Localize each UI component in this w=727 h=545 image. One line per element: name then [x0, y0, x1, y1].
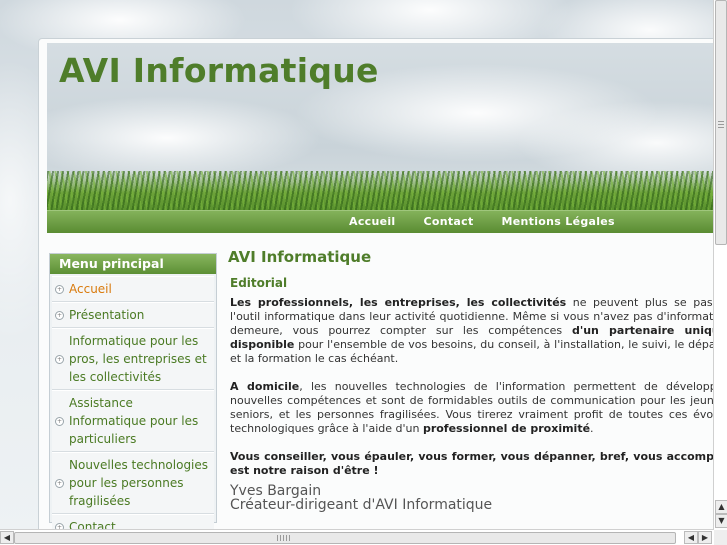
top-navigation: Accueil Contact Mentions Légales: [47, 210, 727, 233]
scrollbar-corner: [714, 530, 727, 545]
scroll-right-arrow-icon[interactable]: ▶: [698, 531, 712, 544]
scroll-left-arrow-icon[interactable]: ◀: [684, 531, 698, 544]
bullet-icon: +: [55, 285, 64, 294]
site-title: AVI Informatique: [59, 51, 379, 90]
signature-name: Yves Bargain: [230, 483, 322, 499]
menu-item-presentation[interactable]: + Présentation: [52, 302, 214, 328]
scroll-down-arrow-icon[interactable]: ▼: [715, 514, 727, 528]
scroll-up-arrow-icon[interactable]: ▲: [715, 500, 727, 514]
scroll-left-arrow-icon[interactable]: ◀: [0, 531, 14, 544]
grip-icon: [277, 535, 291, 541]
bullet-icon: +: [55, 355, 64, 364]
menu-item-label: Nouvelles technologies pour les personne…: [69, 458, 209, 508]
bold-text: Vous conseiller, vous épauler, vous form…: [230, 450, 727, 477]
grip-icon: [718, 121, 724, 129]
text: .: [590, 422, 594, 435]
menu-item-assistance-particuliers[interactable]: + Assistance Informatique pour les parti…: [52, 390, 214, 452]
editorial-heading: Editorial: [230, 276, 288, 290]
bullet-icon: +: [55, 479, 64, 488]
nav-link-accueil[interactable]: Accueil: [335, 215, 410, 228]
horizontal-scrollbar[interactable]: ◀ ◀ ▶: [0, 529, 714, 545]
paragraph-mission: Vous conseiller, vous épauler, vous form…: [230, 450, 727, 478]
vertical-scrollbar[interactable]: ▲ ▼: [713, 0, 727, 530]
page-container: AVI Informatique Accueil Contact Mention…: [38, 38, 727, 532]
paragraph-professionals: Les professionnels, les entreprises, les…: [230, 296, 727, 366]
nav-link-contact[interactable]: Contact: [410, 215, 488, 228]
menu-item-informatique-pros[interactable]: + Informatique pour les pros, les entrep…: [52, 328, 214, 390]
menu-item-label: Accueil: [69, 282, 112, 296]
signature-role: Créateur-dirigeant d'AVI Informatique: [230, 497, 493, 513]
bold-text: A domicile: [230, 380, 300, 393]
horizontal-scroll-thumb[interactable]: [14, 532, 676, 544]
menu-item-label: Présentation: [69, 308, 145, 322]
bold-text: Les professionnels, les entreprises, les…: [230, 296, 567, 309]
content-title: AVI Informatique: [228, 248, 372, 266]
nav-link-mentions-legales[interactable]: Mentions Légales: [488, 215, 629, 228]
menu-item-label: Informatique pour les pros, les entrepri…: [69, 334, 207, 384]
bold-text: professionnel de proximité: [422, 422, 591, 435]
sidebar-menu: Menu principal + Accueil + Présentation …: [49, 253, 217, 531]
vertical-scroll-thumb[interactable]: [715, 0, 727, 245]
bullet-icon: +: [55, 417, 64, 426]
bullet-icon: +: [55, 311, 64, 320]
menu-item-label: Assistance Informatique pour les particu…: [69, 396, 199, 446]
main-content: AVI Informatique Editorial Les professio…: [228, 248, 727, 528]
text: pour l'ensemble de vos besoins, du conse…: [230, 338, 727, 365]
paragraph-domicile: A domicile, les nouvelles technologies d…: [230, 380, 727, 436]
menu-item-accueil[interactable]: + Accueil: [52, 276, 214, 302]
sidebar-title: Menu principal: [50, 254, 216, 274]
menu-item-nouvelles-technologies[interactable]: + Nouvelles technologies pour les person…: [52, 452, 214, 514]
